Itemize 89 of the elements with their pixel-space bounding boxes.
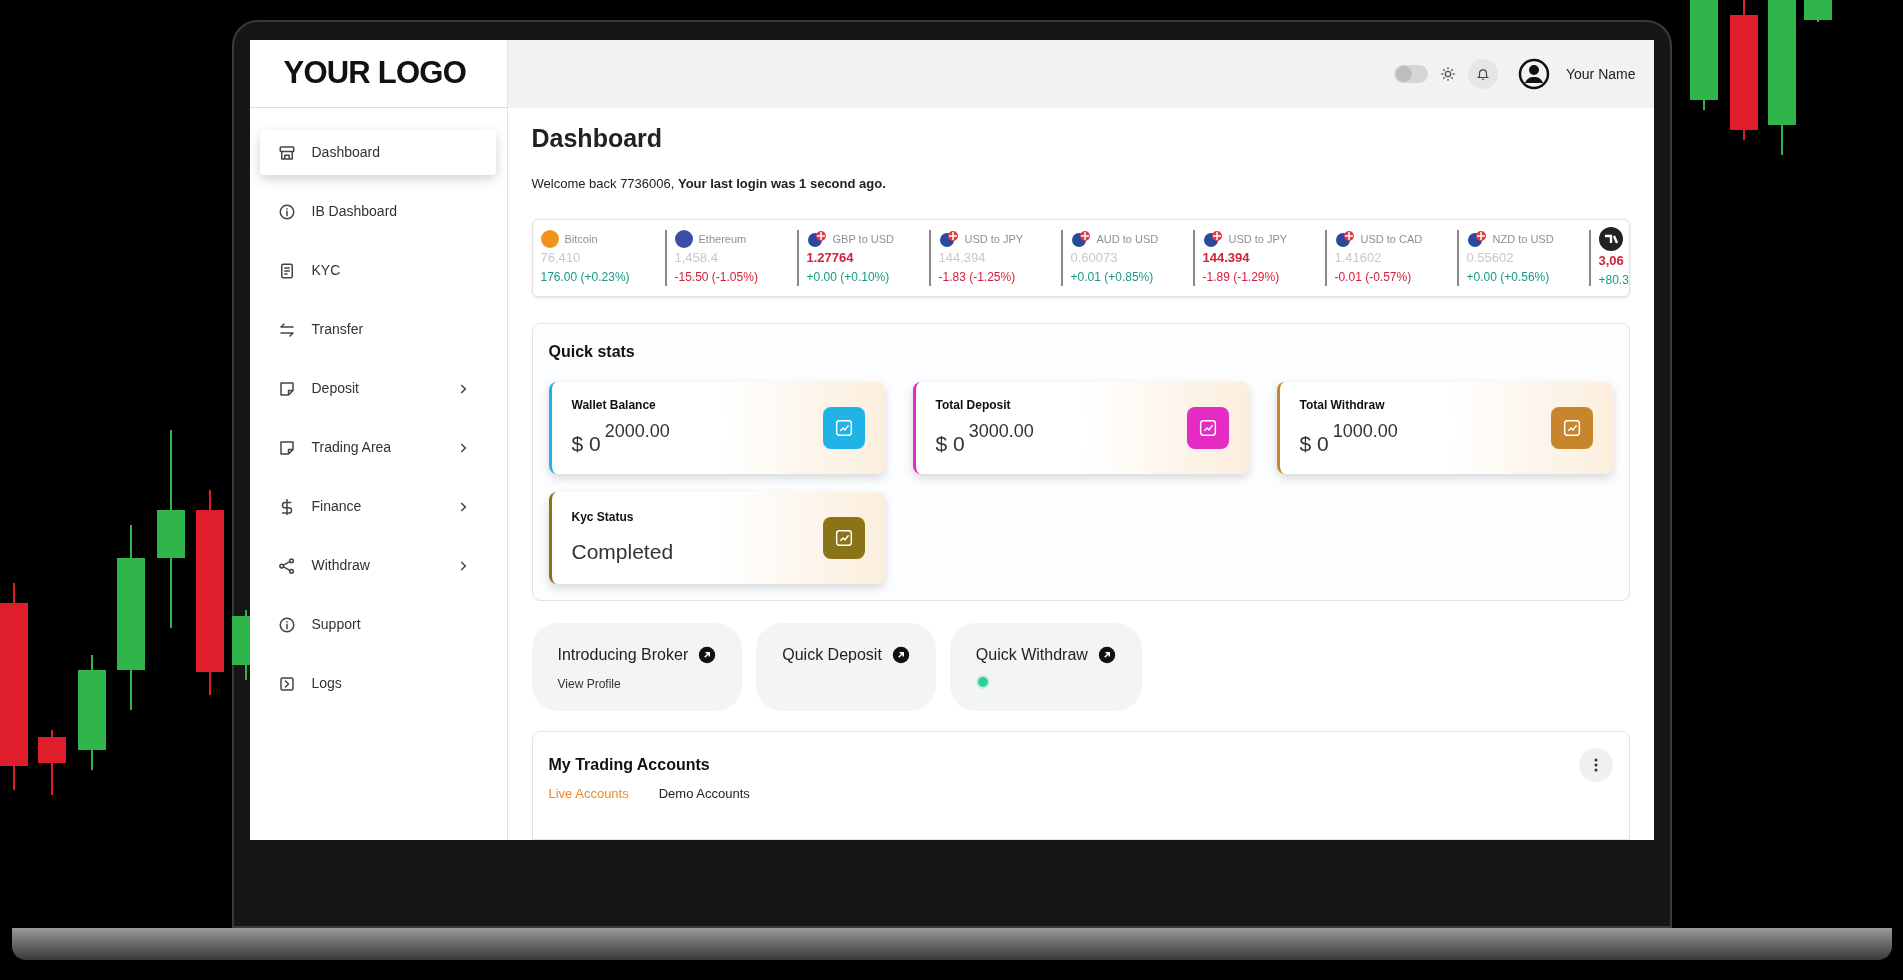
quick-link-card[interactable]: Introducing Broker View Profile — [531, 623, 743, 711]
candle — [232, 609, 250, 681]
sidebar-item-label: Dashboard — [311, 143, 381, 162]
ticker-change: 176.00 (+0.23%) — [540, 268, 631, 286]
ticker-name: USD to JPY — [964, 232, 1024, 247]
sidebar-item[interactable]: Trading Area — [259, 425, 496, 470]
sidebar-item[interactable]: Dashboard — [259, 130, 496, 175]
sidebar-item[interactable]: Transfer — [259, 307, 496, 352]
quick-link-card[interactable]: Quick Withdraw — [949, 623, 1142, 711]
stat-value: $ 0 — [935, 431, 965, 458]
more-vertical-icon — [1593, 758, 1598, 772]
bell-icon — [1475, 67, 1490, 81]
sidebar-item[interactable]: Finance — [259, 484, 496, 529]
section-title: My Trading Accounts — [548, 755, 710, 775]
sidebar-item[interactable]: IB Dashboard — [259, 189, 496, 234]
note-icon — [277, 438, 296, 457]
store-icon — [277, 143, 296, 162]
page-title: Dashboard — [531, 123, 664, 154]
ticker-name: NZD to USD — [1492, 232, 1554, 247]
quick-link-card[interactable]: Quick Deposit — [756, 623, 936, 711]
quick-link-title: Quick Deposit — [782, 645, 882, 665]
log-icon — [277, 674, 296, 693]
ticker-change: -1.83 (-1.25%) — [938, 268, 1017, 286]
brand-logo-icon — [1598, 227, 1623, 252]
account-tab[interactable]: Demo Accounts — [658, 784, 750, 804]
user-name: Your Name — [1565, 64, 1636, 84]
info-icon — [277, 202, 296, 221]
arrow-up-right-icon — [698, 646, 717, 664]
sidebar-item-label: Trading Area — [311, 438, 393, 457]
logo-text: YOUR LOGO — [283, 54, 466, 93]
flag-icon — [1466, 230, 1487, 249]
stat-label: Total Deposit — [935, 397, 1012, 415]
sidebar-item-label: Finance — [311, 497, 363, 516]
flag-icon — [1202, 230, 1223, 249]
ticker-name: AUD to USD — [1096, 232, 1159, 247]
ticker-change: -1.89 (-1.29%) — [1202, 268, 1281, 286]
sidebar-item[interactable]: Support — [259, 602, 496, 647]
info-icon — [277, 615, 296, 634]
ticker-name: USD to CAD — [1360, 232, 1423, 247]
transfer-icon — [277, 320, 296, 339]
candle — [1804, 0, 1832, 23]
sidebar-item-label: IB Dashboard — [311, 202, 399, 221]
section-title: Quick stats — [548, 342, 636, 362]
flag-icon — [806, 230, 827, 249]
view-profile-link[interactable]: View Profile — [557, 675, 717, 693]
flag-icon — [938, 230, 959, 249]
sidebar-item-label: Deposit — [311, 379, 360, 398]
ticker-change: +0.01 (+0.85%) — [1070, 268, 1155, 286]
ticker-price: 144.394 — [1202, 249, 1251, 268]
arrow-up-right-icon — [1097, 646, 1116, 664]
sidebar-item[interactable]: Withdraw — [259, 543, 496, 588]
theme-toggle[interactable] — [1393, 65, 1428, 83]
quick-link-title: Quick Withdraw — [975, 645, 1088, 665]
sidebar-item-label: Withdraw — [311, 556, 371, 575]
ticker-name: USD to JPY — [1228, 232, 1288, 247]
ticker-change: +80.3 — [1598, 271, 1629, 289]
stat-value: $ 0 — [1299, 431, 1329, 458]
sidebar-item[interactable]: Deposit — [259, 366, 496, 411]
sidebar-item-label: Logs — [311, 674, 343, 693]
quick-link-title: Introducing Broker — [557, 645, 689, 665]
ticker-name: Bitcoin — [564, 232, 598, 247]
sun-icon — [1439, 66, 1456, 82]
ticker-change: -0.01 (-0.57%) — [1334, 268, 1413, 286]
sidebar-item-label: Transfer — [311, 320, 365, 339]
sidebar-item-label: KYC — [311, 261, 342, 280]
stat-value: $ 0 — [571, 431, 601, 458]
welcome-message: Welcome back 7736006, Your last login was 1 second ago. — [531, 174, 887, 193]
candle — [38, 729, 66, 796]
flag-icon — [1334, 230, 1355, 249]
ticker-change: -15.50 (-1.05%) — [674, 268, 759, 286]
share-icon — [277, 556, 296, 575]
sidebar-item[interactable]: KYC — [259, 248, 496, 293]
ticker-change: +0.00 (+0.56%) — [1466, 268, 1551, 286]
note-icon — [277, 379, 296, 398]
stat-label: Wallet Balance — [571, 397, 657, 415]
ticker-name: GBP to USD — [832, 232, 895, 247]
ticker-name: Ethereum — [698, 232, 747, 247]
stat-value: Completed — [571, 539, 674, 566]
ticker-price: 3,06 — [1598, 252, 1625, 271]
sidebar-item-label: Support — [311, 615, 362, 634]
arrow-up-right-icon — [891, 646, 910, 664]
ticker-price: 1.27764 — [806, 249, 855, 268]
user-avatar-icon[interactable] — [1517, 58, 1550, 90]
flag-icon — [1070, 230, 1091, 249]
sidebar-item[interactable]: Logs — [259, 661, 496, 706]
notifications-button[interactable] — [1467, 59, 1498, 89]
ticker-change: +0.00 (+0.10%) — [806, 268, 891, 286]
stat-label: Kyc Status — [571, 509, 635, 527]
stat-label: Total Withdraw — [1299, 397, 1386, 415]
